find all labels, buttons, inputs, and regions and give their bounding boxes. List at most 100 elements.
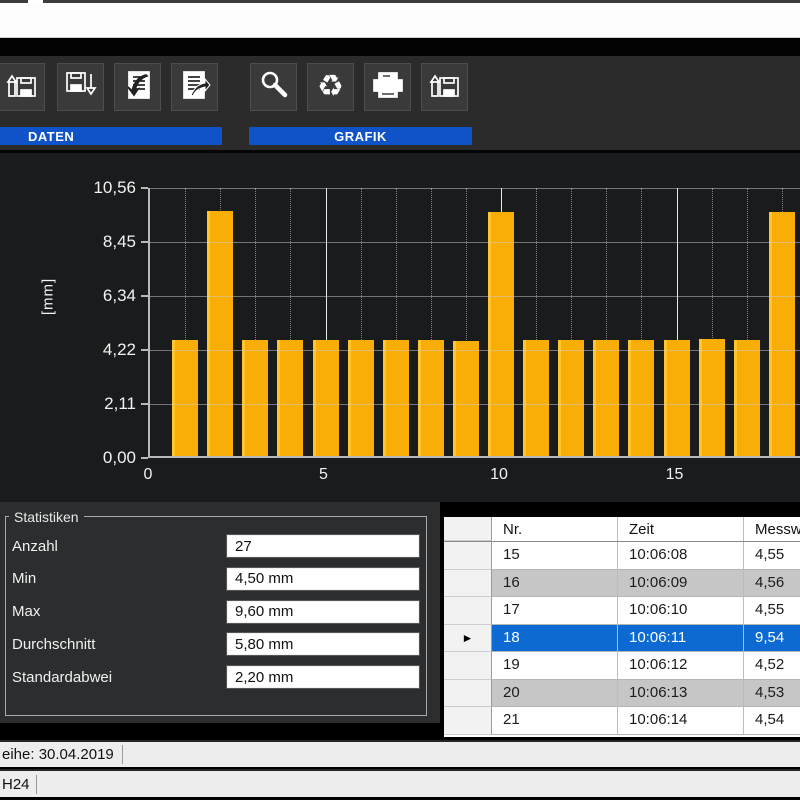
cell-nr[interactable]: 17 xyxy=(492,597,618,625)
zoom-button[interactable] xyxy=(250,63,297,111)
row-selector-cell[interactable] xyxy=(444,570,492,598)
row-selector-cell[interactable] xyxy=(444,707,492,735)
cell-messwert[interactable]: 4,53 xyxy=(744,680,800,708)
y-tick-mark xyxy=(141,187,148,189)
cell-zeit[interactable]: 10:06:10 xyxy=(618,597,744,625)
cell-messwert[interactable]: 4,52 xyxy=(744,652,800,680)
table-row[interactable]: 1910:06:124,52 xyxy=(444,652,800,680)
toolbar: ♻ xyxy=(0,56,800,153)
status-date-text: eihe: 30.04.2019 xyxy=(0,746,114,763)
print-button[interactable] xyxy=(364,63,411,111)
stat-label: Standardabwei xyxy=(12,669,112,686)
status-separator xyxy=(36,775,37,794)
cell-zeit[interactable]: 10:06:14 xyxy=(618,707,744,735)
bar-measurement-11 xyxy=(523,340,549,456)
cell-nr[interactable]: 15 xyxy=(492,542,618,570)
status-device-text: H24 xyxy=(0,776,30,793)
row-selector-cell[interactable] xyxy=(444,597,492,625)
column-header-nr[interactable]: Nr. xyxy=(492,517,618,541)
table-row[interactable]: 1710:06:104,55 xyxy=(444,597,800,625)
cell-zeit[interactable]: 10:06:11 xyxy=(618,625,744,653)
recycle-icon: ♻ xyxy=(317,72,344,102)
y-gridline xyxy=(150,242,800,243)
cell-messwert[interactable]: 4,55 xyxy=(744,597,800,625)
y-axis-title: [mm] xyxy=(40,267,57,327)
column-header-zeit[interactable]: Zeit xyxy=(618,517,744,541)
stat-label: Min xyxy=(12,570,36,587)
export-graphic-button[interactable] xyxy=(421,63,468,111)
refresh-button[interactable]: ♻ xyxy=(307,63,354,111)
cell-zeit[interactable]: 10:06:12 xyxy=(618,652,744,680)
x-tick-label: 15 xyxy=(655,466,695,484)
magnifier-icon xyxy=(258,69,290,106)
stat-value-input[interactable] xyxy=(227,633,419,655)
cell-messwert[interactable]: 9,54 xyxy=(744,625,800,653)
table-row[interactable]: 1610:06:094,56 xyxy=(444,570,800,598)
cell-messwert[interactable]: 4,55 xyxy=(744,542,800,570)
row-selector-cell[interactable] xyxy=(444,680,492,708)
cell-nr[interactable]: 20 xyxy=(492,680,618,708)
import-document-button[interactable] xyxy=(114,63,161,111)
table-row[interactable]: ►1810:06:119,54 xyxy=(444,625,800,653)
stat-label: Durchschnitt xyxy=(12,636,95,653)
cell-nr[interactable]: 19 xyxy=(492,652,618,680)
x-tick-label: 5 xyxy=(304,466,344,484)
stat-value-input[interactable] xyxy=(227,666,419,688)
grafik-label: GRAFIK xyxy=(334,129,387,144)
y-tick-label: 2,11 xyxy=(58,394,136,414)
cell-nr[interactable]: 18 xyxy=(492,625,618,653)
row-selector-cell[interactable] xyxy=(444,652,492,680)
stat-row-min: Min xyxy=(12,568,422,590)
stat-row-standardabwei: Standardabwei xyxy=(12,666,422,688)
y-gridline xyxy=(150,350,800,351)
bar-measurement-17 xyxy=(734,340,760,456)
stat-value-input[interactable] xyxy=(227,601,419,623)
cell-zeit[interactable]: 10:06:13 xyxy=(618,680,744,708)
cell-zeit[interactable]: 10:06:09 xyxy=(618,570,744,598)
table-row[interactable]: 1510:06:084,55 xyxy=(444,542,800,570)
table-row[interactable]: 2010:06:134,53 xyxy=(444,680,800,708)
row-selector-header[interactable] xyxy=(444,517,492,541)
toolbar-group-grafik: GRAFIK xyxy=(249,127,472,145)
bar-measurement-15 xyxy=(664,340,690,456)
bar-measurement-13 xyxy=(593,340,619,456)
stat-value-input[interactable] xyxy=(227,535,419,557)
cell-messwert[interactable]: 4,56 xyxy=(744,570,800,598)
load-data-button[interactable] xyxy=(0,63,45,111)
window-titlebar-strip xyxy=(0,3,800,38)
table-header-row: Nr. Zeit Messwert xyxy=(444,517,800,542)
stat-value-input[interactable] xyxy=(227,568,419,590)
status-bar-1: eihe: 30.04.2019 xyxy=(0,740,800,767)
app-window: ♻ xyxy=(0,0,800,800)
save-data-button[interactable] xyxy=(57,63,104,111)
y-tick-label: 8,45 xyxy=(58,232,136,252)
bar-measurement-4 xyxy=(277,340,303,456)
cell-messwert[interactable]: 4,54 xyxy=(744,707,800,735)
y-gridline xyxy=(150,296,800,297)
chart-area: [mm] 0,002,114,226,348,4510,56 051015 xyxy=(0,153,800,502)
y-tick-mark xyxy=(141,457,148,459)
bar-measurement-12 xyxy=(558,340,584,456)
statistics-title: Statistiken xyxy=(9,509,84,525)
stat-row-anzahl: Anzahl xyxy=(12,535,422,557)
bar-measurement-6 xyxy=(348,340,374,456)
window-separator-band xyxy=(0,38,800,56)
stat-row-durchschnitt: Durchschnitt xyxy=(12,633,422,655)
bar-measurement-1 xyxy=(172,340,198,456)
bar-measurement-18 xyxy=(769,212,795,456)
bar-measurement-7 xyxy=(383,340,409,456)
row-selector-cell[interactable]: ► xyxy=(444,625,492,653)
y-tick-label: 10,56 xyxy=(58,178,136,198)
cell-nr[interactable]: 16 xyxy=(492,570,618,598)
x-tick-label: 10 xyxy=(479,466,519,484)
row-selector-cell[interactable] xyxy=(444,542,492,570)
measurement-table: Nr. Zeit Messwert 1510:06:084,551610:06:… xyxy=(444,517,800,737)
cell-nr[interactable]: 21 xyxy=(492,707,618,735)
y-gridline xyxy=(150,404,800,405)
column-header-messwert[interactable]: Messwert xyxy=(744,517,800,541)
table-row[interactable]: 2110:06:144,54 xyxy=(444,707,800,735)
y-tick-label: 0,00 xyxy=(58,448,136,468)
export-document-button[interactable] xyxy=(171,63,218,111)
cell-zeit[interactable]: 10:06:08 xyxy=(618,542,744,570)
stat-row-max: Max xyxy=(12,601,422,623)
